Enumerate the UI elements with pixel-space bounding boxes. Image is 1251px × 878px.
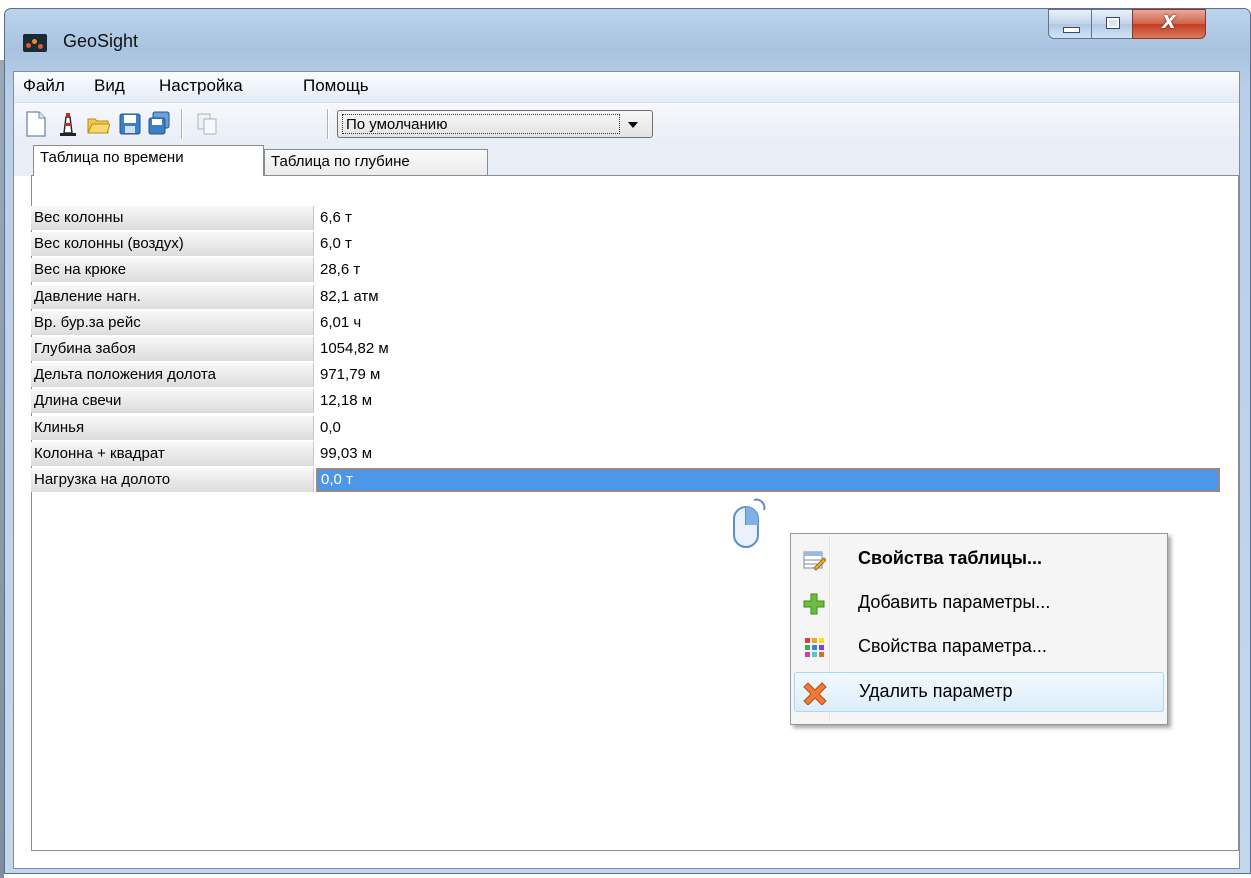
parameter-name: Колонна + квадрат [31, 441, 314, 466]
minimize-button[interactable] [1048, 9, 1092, 39]
table-row[interactable]: Давление нагн. 82,1 атм [31, 284, 1221, 310]
parameter-value[interactable]: 971,79 м [316, 363, 1120, 387]
parameter-value[interactable]: 12,18 м [316, 389, 1120, 413]
minimize-icon [1063, 27, 1080, 33]
preset-dropdown[interactable]: По умолчанию [337, 110, 653, 138]
delete-x-icon [803, 682, 827, 705]
menu-file[interactable]: Файл [23, 76, 65, 96]
table-row[interactable]: Колонна + квадрат 99,03 м [31, 441, 1221, 467]
menu-item-add-parameters[interactable]: Добавить параметры... [794, 584, 1164, 624]
parameter-name: Глубина забоя [31, 337, 314, 361]
parameter-value[interactable]: 28,6 т [316, 258, 1120, 282]
menu-item-delete-parameter[interactable]: Удалить параметр [794, 672, 1164, 712]
tower-icon[interactable] [56, 111, 80, 137]
title-bar[interactable]: GeoSight X [5, 9, 1250, 71]
tab-depth-table[interactable]: Таблица по глубине [264, 149, 488, 175]
parameter-value[interactable]: 6,01 ч [316, 311, 1120, 335]
table-row[interactable]: Вес колонны (воздух) 6,0 т [31, 231, 1221, 257]
color-grid-icon [805, 638, 824, 657]
menu-item-label: Свойства таблицы... [858, 548, 1042, 568]
tab-strip: Таблица по времени Таблица по глубине [14, 143, 1239, 176]
new-file-icon[interactable] [24, 111, 48, 137]
window-title: GeoSight [63, 31, 139, 51]
menu-settings[interactable]: Настройка [159, 76, 243, 96]
parameter-name: Вес на крюке [31, 258, 314, 283]
menu-view[interactable]: Вид [94, 76, 125, 96]
parameter-name: Длина свечи [31, 389, 314, 414]
parameter-value[interactable]: 99,03 м [316, 442, 1120, 466]
parameter-name: Вр. бур.за рейс [31, 310, 314, 335]
toolbar: По умолчанию [14, 103, 1239, 143]
table-row[interactable]: Дельта положения долота 971,79 м [31, 362, 1221, 388]
preset-dropdown-value: По умолчанию [342, 114, 620, 134]
menu-item-table-properties[interactable]: Свойства таблицы... [794, 540, 1164, 580]
table-row[interactable]: Длина свечи 12,18 м [31, 388, 1221, 414]
table-row[interactable]: Вес на крюке 28,6 т [31, 257, 1221, 283]
save-all-icon[interactable] [147, 111, 171, 137]
parameter-value[interactable]: 6,0 т [316, 232, 1120, 256]
parameter-name: Нагрузка на долото [31, 468, 314, 492]
parameter-value[interactable]: 6,6 т [316, 206, 1120, 230]
parameter-name: Дельта положения долота [31, 363, 314, 388]
parameter-value[interactable]: 0,0 т [316, 468, 1220, 492]
parameter-name: Клинья [31, 415, 314, 440]
parameter-value[interactable]: 82,1 атм [316, 285, 1120, 309]
table-row[interactable]: Вес колонны 6,6 т [31, 205, 1221, 231]
menu-item-parameter-properties[interactable]: Свойства параметра... [794, 628, 1164, 668]
mouse-right-click-icon [733, 498, 766, 548]
tab-time-table[interactable]: Таблица по времени [33, 145, 264, 176]
parameter-name: Вес колонны [31, 206, 314, 230]
menu-bar: Файл Вид Настройка Помощь [14, 72, 1239, 103]
toolbar-separator [181, 109, 183, 139]
menu-item-label: Свойства параметра... [858, 636, 1047, 656]
table-row[interactable]: Вр. бур.за рейс 6,01 ч [31, 310, 1221, 336]
maximize-button[interactable] [1091, 9, 1133, 39]
close-button[interactable]: X [1132, 9, 1206, 39]
app-logo-icon [23, 34, 47, 52]
parameter-name: Вес колонны (воздух) [31, 232, 314, 257]
parameter-name: Давление нагн. [31, 284, 314, 309]
menu-item-label: Удалить параметр [859, 681, 1013, 701]
menu-help[interactable]: Помощь [303, 76, 369, 96]
menu-item-label: Добавить параметры... [858, 592, 1051, 612]
maximize-icon [1106, 17, 1120, 29]
save-icon[interactable] [118, 111, 142, 137]
table-row[interactable]: Глубина забоя 1054,82 м [31, 336, 1221, 362]
chevron-down-icon [628, 122, 638, 128]
copy-icon[interactable] [195, 111, 219, 137]
table-properties-icon [803, 551, 826, 571]
toolbar-separator [327, 109, 329, 139]
open-folder-icon[interactable] [86, 111, 110, 137]
parameter-value[interactable]: 0,0 [316, 416, 1120, 440]
close-icon: X [1162, 12, 1176, 33]
table-row[interactable]: Нагрузка на долото 0,0 т [31, 467, 1221, 493]
table-row[interactable]: Клинья 0,0 [31, 415, 1221, 441]
parameter-value[interactable]: 1054,82 м [316, 337, 1120, 361]
add-plus-icon [803, 593, 825, 615]
context-menu: Свойства таблицы... Добавить параметры..… [790, 533, 1168, 725]
